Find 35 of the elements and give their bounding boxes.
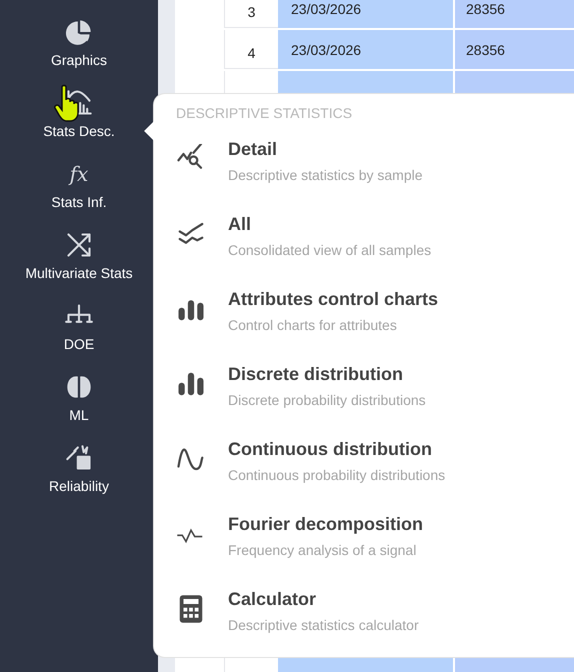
menu-item[interactable]: Continuous distribution Continuous probability distributions xyxy=(176,439,574,514)
menu-item-description: Control charts for attributes xyxy=(228,317,397,333)
menu-item-title: Discrete distribution xyxy=(228,364,404,385)
sidebar-item[interactable]: Multivariate Stats xyxy=(25,231,133,281)
menu-item-title: Continuous distribution xyxy=(228,439,432,460)
table-cell: 23/03/2026 xyxy=(278,0,453,28)
table-cell: 28356 xyxy=(455,30,574,69)
menu-item-description: Consolidated view of all samples xyxy=(228,242,432,258)
menu-item-title: Calculator xyxy=(228,589,316,610)
menu-item-title: All xyxy=(228,214,252,235)
menu-item[interactable]: All Consolidated view of all samples xyxy=(176,214,574,289)
menu-item-title: Attributes control charts xyxy=(228,289,438,310)
pie-chart-icon xyxy=(65,18,93,46)
menu-heading: DESCRIPTIVE STATISTICS xyxy=(176,105,352,121)
menu-item-description: Continuous probability distributions xyxy=(228,467,446,483)
shuffle-icon xyxy=(65,231,93,259)
menu-item-description: Discrete probability distributions xyxy=(228,392,426,408)
table-cell: 23/03/2026 xyxy=(278,30,453,69)
function-icon: fx xyxy=(70,160,88,188)
sidebar-item[interactable]: Reliability xyxy=(49,444,109,494)
menu-item[interactable]: Attributes control charts Control charts for attributes xyxy=(176,289,574,364)
sidebar-item[interactable]: DOE xyxy=(64,302,94,352)
menu-item-title: Fourier decomposition xyxy=(228,514,424,535)
menu-item[interactable]: Detail Descriptive statistics by sample xyxy=(176,139,574,214)
menu-item-description: Descriptive statistics calculator xyxy=(228,617,419,633)
menu-item[interactable]: Discrete distribution Discrete probability distributions xyxy=(176,364,574,439)
menu-item-description: Descriptive statistics by sample xyxy=(228,167,423,183)
menu-item[interactable]: Fourier decomposition Frequency analysis of a signal xyxy=(176,514,574,589)
sidebar-item[interactable]: ML xyxy=(65,373,93,423)
menu-item[interactable]: Calculator Descriptive statistics calculator xyxy=(176,589,574,664)
menu-item-description: Frequency analysis of a signal xyxy=(228,542,416,558)
menu-item-title: Detail xyxy=(228,139,278,160)
sidebar-item[interactable]: Graphics xyxy=(50,18,108,68)
table-cell: 28356 xyxy=(455,0,574,28)
sidebar-item[interactable]: fx Stats Inf. xyxy=(51,160,107,210)
